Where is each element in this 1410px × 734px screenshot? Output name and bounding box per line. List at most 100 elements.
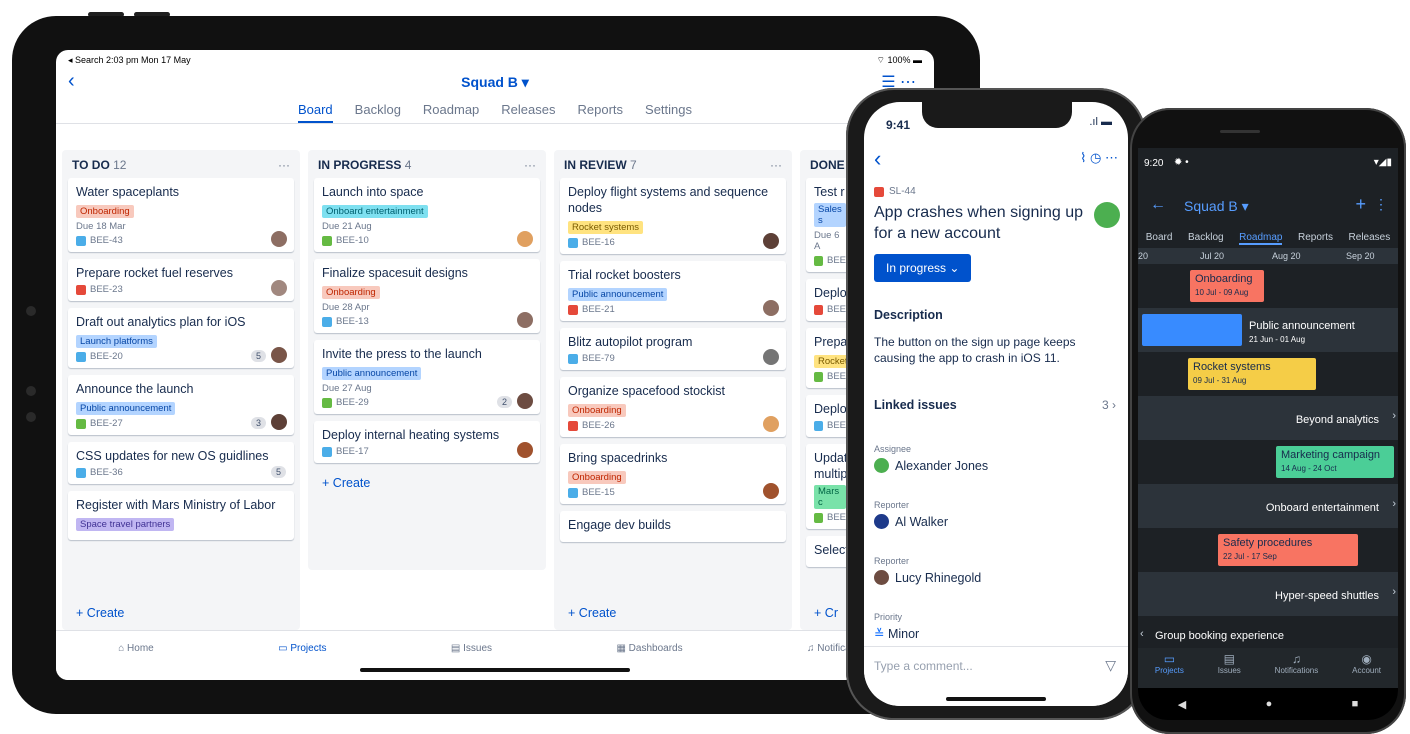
avatar (763, 483, 779, 499)
chevron-right-icon[interactable]: › (1392, 586, 1396, 598)
task-icon (76, 235, 86, 246)
back-icon[interactable]: ← (1150, 196, 1166, 214)
more-icon[interactable]: ··· (278, 158, 290, 172)
create-button[interactable]: + Create (68, 600, 294, 626)
epic-bar[interactable]: Onboarding 10 Jul - 09 Aug (1190, 270, 1264, 302)
tab-board[interactable]: Board (297, 98, 333, 123)
issue-card[interactable]: Blitz autopilot program BEE-79 (560, 328, 786, 370)
issue-card[interactable]: Trial rocket boosters Public announcement… (560, 261, 786, 321)
issue-key: BEE-15 (582, 487, 615, 498)
nav-dashboards[interactable]: ▦ Dashboards (616, 643, 682, 654)
issue-card[interactable]: Draft out analytics plan for iOS Launch p… (68, 308, 294, 368)
card-title: Register with Mars Ministry of Labor (76, 498, 276, 512)
epic-label: Mars c (814, 485, 846, 509)
chevron-right-icon[interactable]: › (1392, 498, 1396, 510)
chevron-right-icon: › (1112, 398, 1116, 412)
epic-label[interactable]: Beyond analytics (1291, 411, 1384, 430)
bug-icon (874, 186, 884, 197)
issue-card[interactable]: Announce the launch Public announcement BE… (68, 375, 294, 435)
epic-bar[interactable]: Marketing campaign 14 Aug - 24 Oct (1276, 446, 1394, 478)
epic-bar[interactable]: Safety procedures 22 Jul - 17 Sep (1218, 534, 1358, 566)
issue-card[interactable]: Prepare rocket fuel reserves BEE-23 (68, 259, 294, 301)
home-circle-icon[interactable]: ● (1266, 698, 1273, 710)
tab-releases[interactable]: Releases (1349, 232, 1391, 245)
issue-card[interactable]: CSS updates for new OS guidlines BEE-36 5 (68, 442, 294, 484)
more-icon[interactable]: ··· (770, 158, 782, 172)
more-icon[interactable]: ··· (524, 158, 536, 172)
back-icon[interactable]: ‹ (874, 146, 881, 172)
chevron-right-icon[interactable]: › (1392, 410, 1396, 422)
card-title: CSS updates for new OS guidlines (76, 449, 269, 463)
tab-releases[interactable]: Releases (501, 98, 555, 123)
epic-bar[interactable]: Rocket systems 09 Jul - 31 Aug (1188, 358, 1316, 390)
back-triangle-icon[interactable]: ◀ (1178, 698, 1186, 711)
card-title: Updat multip (814, 451, 848, 481)
column-count: 7 (630, 158, 637, 172)
issue-card[interactable]: Deploy internal heating systems BEE-17 (314, 421, 540, 463)
bug-icon (568, 304, 578, 315)
project-switcher[interactable]: Squad B ▾ (1184, 198, 1249, 215)
issue-key: BEE-21 (582, 304, 615, 315)
issue-card[interactable]: Water spaceplants Onboarding Due 18 Mar BEE… (68, 178, 294, 252)
nav-issues[interactable]: ▤ Issues (451, 643, 492, 654)
create-button[interactable]: + Create (560, 600, 786, 626)
plus-icon[interactable]: + (1355, 194, 1366, 215)
story-icon (322, 397, 332, 408)
roadmap-row: Marketing campaign 14 Aug - 24 Oct (1138, 440, 1398, 484)
issue-card[interactable]: Bring spacedrinks Onboarding BEE-15 (560, 444, 786, 504)
column-title: IN REVIEW (564, 158, 627, 172)
issue-card[interactable]: Finalize spacesuit designs Onboarding Due … (314, 259, 540, 333)
nav-issues[interactable]: ▤ Issues (1218, 652, 1241, 688)
tab-settings[interactable]: Settings (645, 98, 692, 123)
epic-name: Rocket systems (1193, 361, 1271, 373)
card-title: Finalize spacesuit designs (322, 266, 468, 280)
issue-key: BEE (826, 512, 846, 523)
create-button[interactable]: + Create (314, 470, 540, 496)
reporter-field[interactable]: Al Walker (874, 514, 948, 529)
project-switcher[interactable]: Squad B ▾ (56, 74, 934, 91)
send-icon[interactable]: ▽ (1105, 657, 1116, 674)
assignee-field[interactable]: Alexander Jones (874, 458, 988, 473)
epic-label[interactable]: Onboard entertainment (1261, 499, 1384, 518)
epic-label[interactable]: Group booking experience (1150, 627, 1289, 646)
tab-backlog[interactable]: Backlog (1188, 232, 1224, 245)
comment-input[interactable]: Type a comment... (874, 659, 973, 673)
nav-account[interactable]: ◉ Account (1352, 652, 1381, 688)
tab-backlog[interactable]: Backlog (355, 98, 401, 123)
priority-field[interactable]: ≚ Minor (874, 626, 919, 641)
tab-reports[interactable]: Reports (1298, 232, 1333, 245)
dashboard-icon: ▦ (616, 643, 626, 654)
nav-home[interactable]: ⌂ Home (118, 643, 154, 654)
issue-card[interactable]: Engage dev builds (560, 511, 786, 542)
linked-count[interactable]: 3 › (1102, 398, 1116, 412)
issue-card[interactable]: Register with Mars Ministry of Labor Spac… (68, 491, 294, 540)
chevron-left-icon[interactable]: ‹ (1140, 628, 1144, 640)
epic-bar[interactable] (1142, 314, 1242, 346)
issue-card[interactable]: Organize spacefood stockist Onboarding BEE… (560, 377, 786, 437)
more-icon[interactable]: ⋮ (1374, 196, 1388, 213)
nav-projects[interactable]: ▭ Projects (278, 643, 326, 654)
epic-name: Onboarding (1195, 273, 1253, 285)
linked-issues[interactable]: Linked issues (874, 398, 957, 412)
column-todo: TO DO 12 ··· Water spaceplants Onboarding D… (62, 150, 300, 630)
status-dropdown[interactable]: In progress ⌄ (874, 254, 972, 282)
issue-card[interactable]: Deploy flight systems and sequence nodes… (560, 178, 786, 254)
nav-notifications[interactable]: ♫ Notifications (1275, 652, 1319, 688)
tab-board[interactable]: Board (1146, 232, 1173, 245)
tab-roadmap[interactable]: Roadmap (423, 98, 479, 123)
attachment-icon[interactable]: ⌇ ◷ ⋯ (1080, 150, 1118, 166)
issue-card[interactable]: Launch into space Onboard entertainment Du… (314, 178, 540, 252)
issue-card[interactable]: Invite the press to the launch Public ann… (314, 340, 540, 414)
tab-reports[interactable]: Reports (578, 98, 624, 123)
recents-square-icon[interactable]: ■ (1352, 698, 1359, 710)
epic-label: Onboarding (568, 404, 626, 417)
epic-label[interactable]: Hyper-speed shuttles (1270, 587, 1384, 606)
nav-projects[interactable]: ▭ Projects (1155, 652, 1184, 688)
home-indicator (360, 668, 630, 672)
tab-roadmap[interactable]: Roadmap (1239, 232, 1283, 245)
issue-key: BEE-23 (90, 284, 123, 295)
reporter-field[interactable]: Lucy Rhinegold (874, 570, 981, 585)
epic-dates: 10 Jul - 09 Aug (1195, 288, 1249, 297)
card-title: Select (814, 543, 849, 557)
card-title: Prepar (814, 335, 852, 349)
